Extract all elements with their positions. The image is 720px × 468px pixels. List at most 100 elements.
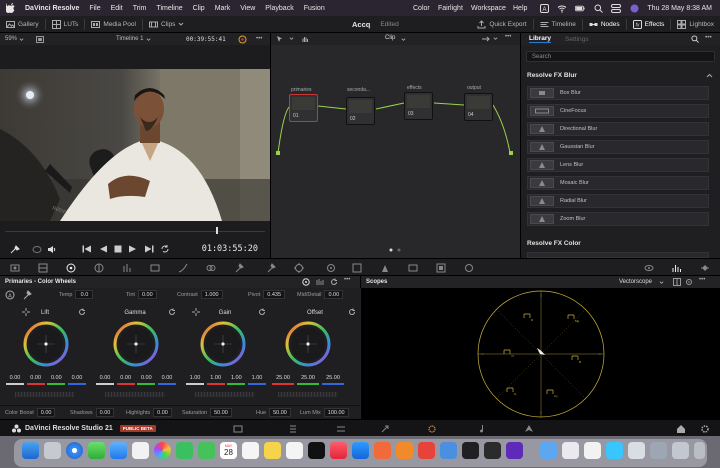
cut-page-icon[interactable] [288,424,298,434]
reset-icon[interactable] [258,308,266,316]
stop-icon[interactable] [114,245,122,253]
play-reverse-icon[interactable] [98,245,108,253]
chevron-down-icon[interactable] [19,37,24,42]
activity-monitor-icon[interactable] [584,442,601,459]
fx-radial-blur[interactable]: Radial Blur [527,194,709,208]
search-icon[interactable] [593,3,603,13]
recent-folder-icon[interactable] [672,442,689,459]
media-page-icon[interactable] [233,424,243,434]
keyframes-icon[interactable] [700,263,710,273]
hdr-icon[interactable] [94,263,104,273]
info-icon[interactable] [644,263,654,273]
window-icon[interactable] [294,263,304,273]
node-editor[interactable]: primaries 01 seconda... 02 effects 03 ou… [270,45,520,258]
loop-icon[interactable] [32,245,42,254]
node-mode[interactable]: Clip [385,35,395,41]
timeline-button[interactable]: Timeline [534,20,582,29]
home-icon[interactable] [676,424,686,434]
viewer-zoom[interactable]: 59% [5,36,17,42]
reset-icon[interactable] [168,308,176,316]
eyedropper-icon[interactable] [266,263,276,273]
final-cut-icon[interactable] [506,442,523,459]
chevron-down-icon[interactable] [401,37,406,42]
capcut-icon[interactable] [484,442,501,459]
gallery-button[interactable]: Gallery [0,20,45,29]
trash-icon[interactable] [694,442,705,459]
curves-icon[interactable] [178,263,188,273]
menu-view[interactable]: View [240,5,255,12]
scopes-toggle-icon[interactable] [672,263,682,273]
chevron-up-icon[interactable] [706,73,713,78]
calendar-icon[interactable]: MAY 28 [220,442,237,459]
offset-master-slider[interactable] [278,392,338,397]
fx-box-blur[interactable]: Box Blur [527,86,709,100]
menu-playback[interactable]: Playback [265,5,293,12]
section-resolve-fx-color[interactable]: Resolve FX Color [527,240,581,247]
chevron-down-icon[interactable] [493,36,498,41]
messages-icon[interactable] [88,442,105,459]
reminders-icon[interactable] [242,442,259,459]
scope-settings-icon[interactable] [685,278,693,286]
timeline-name[interactable]: Timeline 1 [116,36,143,42]
offset-wheel[interactable] [285,321,331,367]
scope-layout-icon[interactable] [673,278,681,286]
middetail-value[interactable]: 0.00 [324,290,344,299]
lightbox-button[interactable]: Lightbox [671,20,720,29]
lift-master-slider[interactable] [15,392,75,397]
hand-icon[interactable] [301,35,309,43]
gain-wheel[interactable] [200,321,246,367]
library-search-input[interactable]: Search [526,51,715,62]
menu-app-name[interactable]: DaVinci Resolve [25,5,79,12]
phone-icon[interactable] [198,442,215,459]
downloads-icon[interactable] [650,442,667,459]
chevron-down-icon[interactable] [146,37,151,42]
chevron-down-icon[interactable] [289,36,294,41]
siri-icon[interactable] [629,3,639,13]
sizing-icon[interactable] [436,263,446,273]
saturation-value[interactable]: 50.00 [210,408,232,417]
skip-forward-icon[interactable] [144,245,154,253]
menu-trim[interactable]: Trim [133,5,147,12]
fx-directional-blur[interactable]: Directional Blur [527,122,709,136]
shadows-value[interactable]: 0.00 [95,408,115,417]
menu-fusion[interactable]: Fusion [304,5,325,12]
node-secondary[interactable]: 02 [346,97,375,125]
reset-icon[interactable] [330,278,338,286]
offset-r[interactable]: 25.00 [272,375,294,381]
fairlight-page-icon[interactable] [477,424,487,434]
color-warper-icon[interactable] [206,263,216,273]
launchpad-icon[interactable] [44,442,61,459]
wheels-options-icon[interactable]: ••• [344,277,350,283]
safari-icon[interactable] [66,442,83,459]
pages-icon[interactable] [374,442,391,459]
qualifier-icon[interactable] [234,263,244,273]
node-effects[interactable]: 03 [404,92,433,120]
deliver-page-icon[interactable] [524,424,534,434]
menu-clip[interactable]: Clip [193,5,205,12]
luts-button[interactable]: LUTs [46,19,85,29]
key-icon[interactable] [408,263,418,273]
chevron-down-icon[interactable] [659,280,664,285]
freeform-icon[interactable] [286,442,303,459]
play-icon[interactable] [128,245,138,253]
rgb-mixer-icon[interactable] [122,263,132,273]
menu-fairlight[interactable]: Fairlight [438,5,463,12]
keynote-icon[interactable] [396,442,413,459]
screen-app-icon[interactable] [606,442,623,459]
apple-icon[interactable] [6,3,16,13]
menu-file[interactable]: File [89,5,100,12]
magic-mask-icon[interactable] [352,263,362,273]
viewer-options-icon[interactable]: ••• [256,36,262,42]
mail-icon[interactable] [110,442,127,459]
finder-icon[interactable] [22,442,39,459]
library-options-icon[interactable]: ••• [705,34,712,41]
gamma-b[interactable]: 0.00 [158,375,176,381]
tab-settings[interactable]: Settings [565,36,589,43]
hue-value[interactable]: 50.00 [269,408,291,417]
colorboost-value[interactable]: 0.00 [36,408,56,417]
lift-g[interactable]: 0.00 [47,375,65,381]
node-primaries[interactable]: 01 [289,94,318,122]
reset-icon[interactable] [348,308,356,316]
gamma-y[interactable]: 0.00 [96,375,114,381]
viewer-layout-icon[interactable] [36,35,45,43]
